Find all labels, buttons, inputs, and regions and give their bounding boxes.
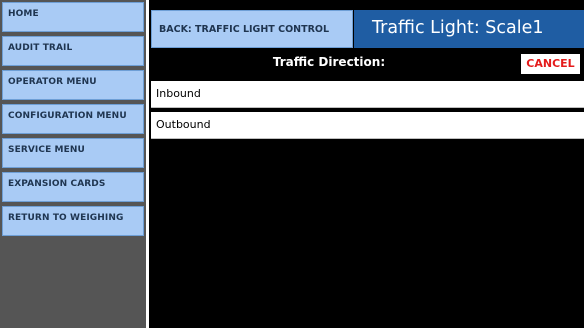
sidebar-item-return-to-weighing[interactable]: RETURN TO WEIGHING — [2, 206, 144, 236]
cancel-button[interactable]: CANCEL — [521, 54, 580, 74]
sidebar-item-home[interactable]: HOME — [2, 2, 144, 32]
sidebar-item-expansion-cards[interactable]: EXPANSION CARDS — [2, 172, 144, 202]
sidebar-item-configuration-menu[interactable]: CONFIGURATION MENU — [2, 104, 144, 134]
option-outbound[interactable]: Outbound — [151, 112, 584, 139]
sidebar-item-audit-trail[interactable]: AUDIT TRAIL — [2, 36, 144, 66]
sidebar-item-operator-menu[interactable]: OPERATOR MENU — [2, 70, 144, 100]
traffic-direction-heading: Traffic Direction: — [272, 55, 386, 69]
sidebar-item-service-menu[interactable]: SERVICE MENU — [2, 138, 144, 168]
page-title: Traffic Light: Scale1 — [354, 10, 584, 48]
sidebar-menu: HOME AUDIT TRAIL OPERATOR MENU CONFIGURA… — [0, 0, 146, 328]
main-panel: BACK: TRAFFIC LIGHT CONTROL Traffic Ligh… — [149, 0, 584, 328]
option-inbound[interactable]: Inbound — [151, 81, 584, 108]
back-button[interactable]: BACK: TRAFFIC LIGHT CONTROL — [151, 10, 353, 48]
